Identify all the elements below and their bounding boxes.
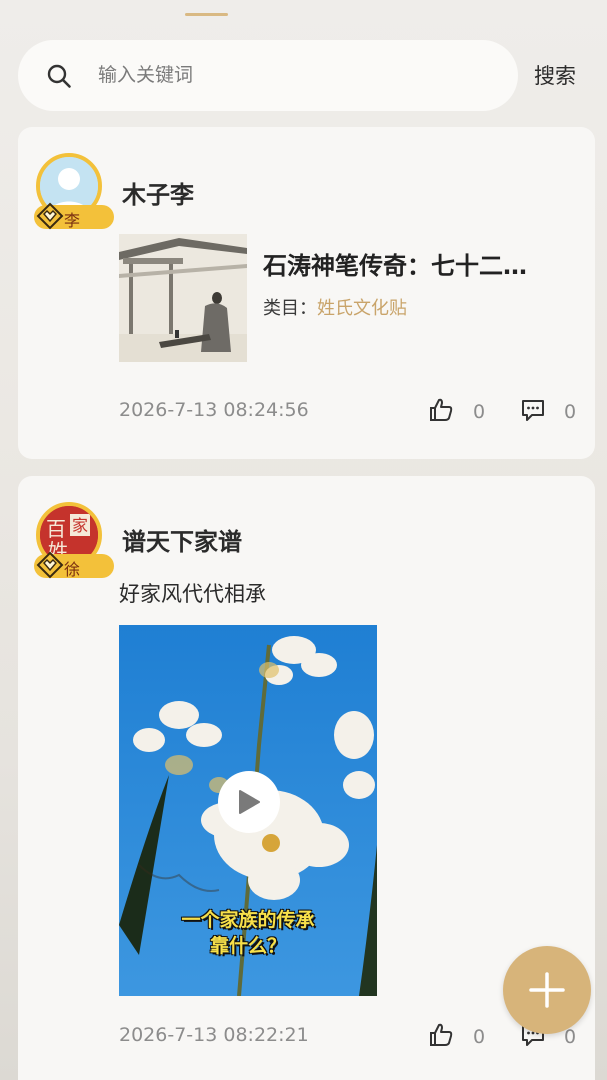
search-bar: [18, 40, 518, 111]
comment-icon[interactable]: [520, 397, 546, 423]
play-icon: [239, 790, 260, 814]
category-label: 类目：: [263, 298, 317, 319]
category-value[interactable]: 姓氏文化贴: [317, 298, 407, 319]
diamond-icon: [36, 202, 64, 230]
surname-badge: 徐: [34, 551, 114, 579]
avatar-with-badge[interactable]: 家 百 姓 徐: [34, 502, 118, 582]
thumbs-up-icon[interactable]: [428, 397, 454, 423]
video-caption-line2: 靠什么？: [209, 935, 286, 957]
like-count: 0: [473, 1026, 486, 1048]
plus-icon: [529, 972, 565, 1008]
surname-badge: 李: [34, 202, 114, 230]
svg-text:家: 家: [72, 516, 88, 535]
post-text[interactable]: 好家风代代相承: [119, 578, 266, 608]
post-category: 类目：姓氏文化贴: [263, 294, 407, 320]
username[interactable]: 谱天下家谱: [122, 522, 242, 557]
badge-surname: 徐: [64, 560, 81, 579]
avatar-with-badge[interactable]: 李: [34, 153, 118, 233]
play-button[interactable]: [218, 771, 280, 833]
post-thumbnail[interactable]: [119, 234, 247, 362]
search-icon: [47, 64, 71, 88]
diamond-icon: [36, 551, 64, 579]
search-input[interactable]: [98, 60, 498, 90]
top-indicator: [185, 13, 228, 16]
post-title[interactable]: 石涛神笔传奇：七十二…: [263, 246, 575, 281]
video-caption-line1: 一个家族的传承: [181, 909, 315, 931]
svg-text:百: 百: [46, 517, 66, 541]
video-thumbnail[interactable]: 一个家族的传承 靠什么？: [119, 625, 377, 996]
add-post-button[interactable]: [503, 946, 591, 1034]
thumbs-up-icon[interactable]: [428, 1022, 454, 1048]
post-card[interactable]: 李 木子李 石涛神笔传奇：七十二… 类目：姓氏文化贴 2026-7-13 08:…: [18, 127, 595, 459]
search-button[interactable]: 搜索: [534, 60, 576, 90]
post-timestamp: 2026-7-13 08:22:21: [119, 1024, 309, 1046]
comment-count: 0: [564, 401, 577, 423]
post-timestamp: 2026-7-13 08:24:56: [119, 399, 309, 421]
username[interactable]: 木子李: [122, 175, 194, 210]
like-count: 0: [473, 401, 486, 423]
badge-surname: 李: [64, 211, 81, 230]
